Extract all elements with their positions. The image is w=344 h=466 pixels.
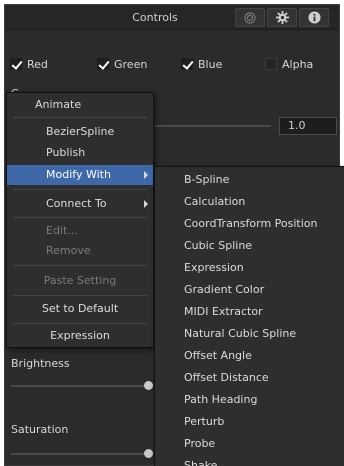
menu-separator <box>13 117 147 118</box>
menu-item-connect-to[interactable]: Connect To <box>7 194 153 214</box>
checkmark-icon <box>97 58 109 70</box>
channel-checkboxes: Red Green Blue Alpha <box>5 55 339 73</box>
settings-button[interactable] <box>267 8 297 27</box>
connect-to-label: Connect To <box>46 197 107 210</box>
unchecked-box-icon <box>265 58 277 70</box>
submenu-item[interactable]: Expression <box>155 257 344 279</box>
menu-separator <box>13 265 147 266</box>
modify-with-label: Modify With <box>46 168 111 181</box>
submenu-item[interactable]: Perturb <box>155 411 344 433</box>
menu-separator <box>13 295 147 296</box>
panel-title: Controls <box>132 11 178 24</box>
submenu-item[interactable]: CoordTransform Position <box>155 213 344 235</box>
submenu-item[interactable]: Shake <box>155 455 344 466</box>
submenu-item[interactable]: Probe <box>155 433 344 455</box>
saturation-slider-handle[interactable] <box>144 449 153 458</box>
menu-item-expression[interactable]: Expression <box>7 326 153 346</box>
panel-header: Controls <box>5 5 339 30</box>
brightness-slider-handle[interactable] <box>144 381 153 390</box>
submenu-item[interactable]: Path Heading <box>155 389 344 411</box>
alpha-checkbox[interactable]: Alpha <box>265 55 313 73</box>
saturation-slider-track[interactable] <box>11 453 151 455</box>
menu-item-publish[interactable]: Publish <box>7 143 153 163</box>
menu-item-set-to-default[interactable]: Set to Default <box>7 299 153 319</box>
menu-separator <box>13 323 147 324</box>
submenu-arrow-icon <box>144 171 148 179</box>
red-label: Red <box>27 57 48 71</box>
submenu-item[interactable]: MIDI Extractor <box>155 301 344 323</box>
modify-with-submenu: B-Spline Calculation CoordTransform Posi… <box>154 166 344 466</box>
checkmark-icon <box>181 58 193 70</box>
red-checkbox[interactable]: Red <box>10 55 48 73</box>
circles-icon <box>244 11 256 24</box>
menu-item-remove: Remove <box>46 244 91 257</box>
context-menu: Animate BezierSpline Publish Modify With… <box>6 92 154 348</box>
submenu-item[interactable]: Offset Distance <box>155 367 344 389</box>
submenu-item[interactable]: Cubic Spline <box>155 235 344 257</box>
submenu-item[interactable]: Calculation <box>155 191 344 213</box>
checkmark-icon <box>10 58 22 70</box>
alpha-label: Alpha <box>282 57 314 71</box>
submenu-item[interactable]: B-Spline <box>155 169 344 191</box>
submenu-arrow-icon <box>144 200 148 208</box>
slider-track[interactable] <box>155 125 271 127</box>
green-label: Green <box>114 57 148 71</box>
menu-item-edit: Edit... <box>46 224 78 237</box>
submenu-item[interactable]: Offset Angle <box>155 345 344 367</box>
green-checkbox[interactable]: Green <box>97 55 147 73</box>
menu-item-modify-with[interactable]: Modify With <box>7 165 153 185</box>
submenu-item[interactable]: Natural Cubic Spline <box>155 323 344 345</box>
info-button[interactable] <box>299 8 329 27</box>
menu-item-animate[interactable]: Animate <box>7 95 153 115</box>
brightness-label: Brightness <box>11 357 70 370</box>
menu-item-paste-setting: Paste Setting <box>43 274 117 287</box>
brightness-slider-track[interactable] <box>11 385 151 387</box>
blue-label: Blue <box>198 57 223 71</box>
blue-checkbox[interactable]: Blue <box>181 55 222 73</box>
value-field[interactable]: 1.0 <box>279 117 337 135</box>
menu-separator <box>13 189 147 190</box>
saturation-label: Saturation <box>11 423 69 436</box>
menu-separator <box>13 217 147 218</box>
circles-button[interactable] <box>235 8 265 27</box>
menu-item-bezier-spline[interactable]: BezierSpline <box>7 122 153 142</box>
gear-icon <box>275 11 289 24</box>
submenu-item[interactable]: Gradient Color <box>155 279 344 301</box>
info-icon <box>307 11 321 24</box>
